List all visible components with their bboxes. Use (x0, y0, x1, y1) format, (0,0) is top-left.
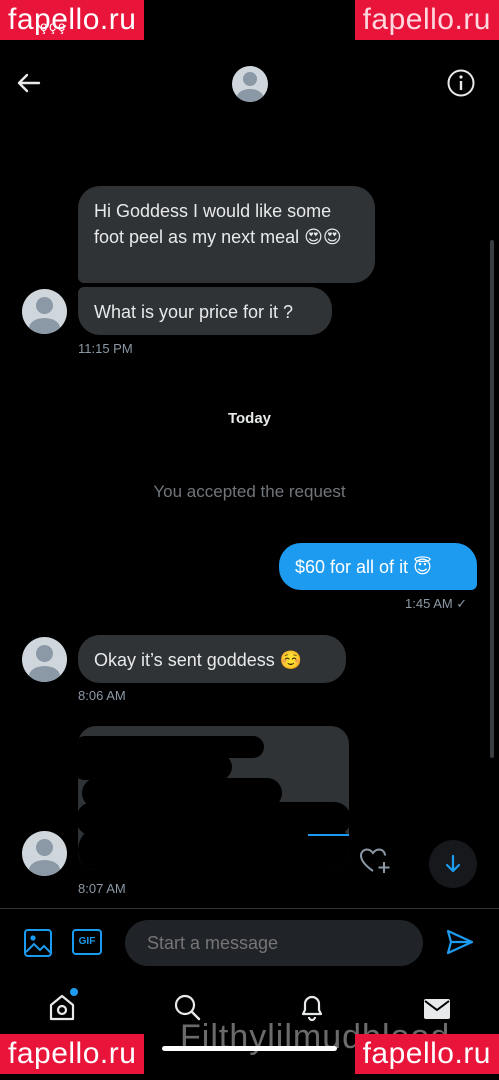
default-avatar-icon (36, 839, 53, 856)
arrow-down-icon (445, 854, 461, 873)
conversation-avatar[interactable] (232, 66, 268, 102)
request-accepted-note: You accepted the request (153, 482, 346, 501)
message-bubble-received[interactable]: Hi Goddess I would like some foot peel a… (78, 186, 375, 283)
conversation-info-button[interactable] (446, 68, 476, 98)
info-circle-icon (447, 69, 475, 97)
watermark-top-right: fapello.ru (354, 0, 499, 40)
media-attachment[interactable] (78, 726, 349, 870)
nav-home[interactable] (47, 992, 77, 1022)
send-button[interactable] (444, 926, 476, 958)
back-button[interactable] (14, 68, 44, 98)
image-icon (24, 929, 52, 957)
sender-avatar[interactable] (22, 831, 67, 876)
message-timestamp: 1:45 AM ✓ (405, 596, 468, 611)
composer-divider (0, 908, 499, 909)
date-separator: Today (227, 410, 272, 427)
react-button[interactable] (358, 845, 392, 875)
arrow-left-icon (17, 73, 41, 93)
watermark-bottom-left: fapello.ru (0, 1034, 145, 1074)
home-icon (49, 994, 75, 1021)
watermark-bottom-right: fapello.ru (354, 1034, 499, 1074)
message-timestamp: 11:15 PM (78, 341, 133, 356)
status-bar-text: ççç (40, 18, 67, 34)
message-bubble-sent[interactable]: $60 for all of it 😇 (279, 543, 477, 590)
default-avatar-icon (243, 72, 257, 86)
notification-dot (70, 988, 78, 996)
message-bubble-received[interactable]: Okay it’s sent goddess ☺️ (78, 635, 346, 683)
heart-plus-icon (359, 848, 390, 873)
default-avatar-icon (36, 297, 53, 314)
sender-avatar[interactable] (22, 637, 67, 682)
home-indicator[interactable] (162, 1046, 337, 1051)
default-avatar-icon (36, 645, 53, 662)
message-input[interactable] (125, 920, 423, 966)
message-timestamp: 8:07 AM (78, 881, 126, 896)
message-bubble-received[interactable]: What is your price for it ? (78, 287, 332, 335)
message-timestamp: 8:06 AM (78, 688, 126, 703)
send-icon (446, 929, 474, 955)
sender-avatar[interactable] (22, 289, 67, 334)
scroll-to-bottom-button[interactable] (429, 840, 477, 888)
watermark-top-left: fapello.ru (0, 0, 145, 40)
gif-button[interactable]: GIF (72, 929, 102, 955)
add-media-button[interactable] (22, 928, 54, 958)
